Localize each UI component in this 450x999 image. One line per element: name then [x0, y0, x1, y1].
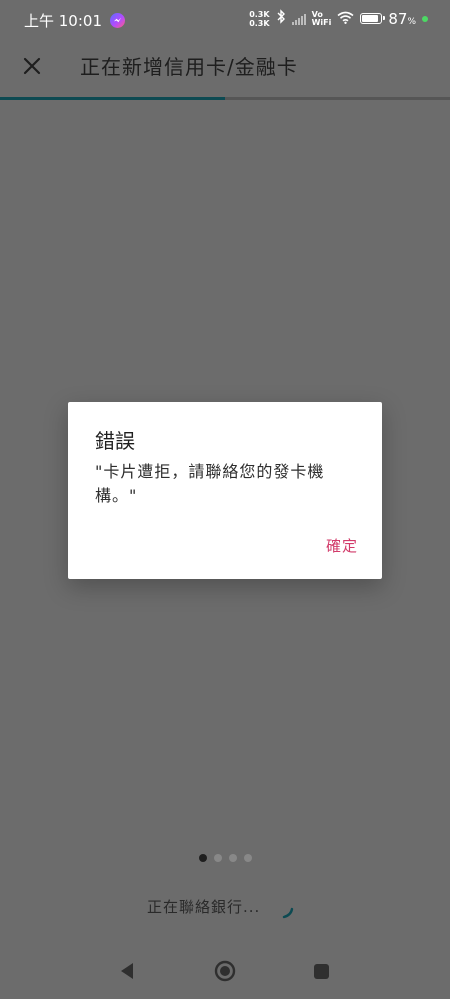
home-icon[interactable] — [214, 960, 236, 982]
messenger-icon — [110, 13, 125, 28]
status-right: 0.3K 0.3K Vo WiFi 87% — [249, 9, 428, 28]
page-dot — [229, 854, 237, 862]
page-indicator — [199, 854, 252, 862]
page-dot — [214, 854, 222, 862]
battery-icon — [360, 13, 386, 24]
network-speed: 0.3K 0.3K — [249, 10, 269, 28]
page-dot — [244, 854, 252, 862]
status-left: 上午 10:01 — [24, 10, 125, 31]
vowifi-icon: Vo WiFi — [311, 10, 332, 27]
net-speed-up: 0.3K — [249, 9, 270, 19]
page-dot — [199, 854, 207, 862]
battery-percent-unit: % — [407, 16, 416, 27]
close-button[interactable] — [18, 52, 46, 80]
app-bar: 正在新增信用卡/金融卡 — [0, 40, 450, 96]
signal-icon — [291, 13, 306, 25]
battery-percent: 87% — [388, 10, 416, 28]
recents-icon[interactable] — [314, 964, 329, 979]
battery-percent-value: 87 — [388, 9, 408, 28]
back-icon[interactable] — [119, 962, 135, 980]
navigation-bar — [0, 940, 450, 999]
clock: 上午 10:01 — [24, 12, 102, 30]
close-icon — [23, 57, 41, 75]
progress-bar — [0, 97, 450, 100]
wifi-icon — [337, 10, 354, 28]
dialog-message: "卡片遭拒，請聯絡您的發卡機構。" — [95, 462, 325, 505]
vowifi-bottom: WiFi — [311, 17, 332, 27]
loading-text: 正在聯絡銀行... — [147, 898, 261, 916]
dialog-title: 錯誤 — [95, 429, 135, 453]
progress-fill — [0, 97, 225, 100]
page-title: 正在新增信用卡/金融卡 — [80, 55, 298, 79]
charging-dot — [422, 15, 428, 22]
status-bar: 上午 10:01 0.3K 0.3K Vo WiFi 87% — [0, 0, 450, 40]
error-dialog: 錯誤 "卡片遭拒，請聯絡您的發卡機構。" 確定 — [68, 402, 382, 579]
battery-fill — [362, 15, 378, 22]
net-speed-down: 0.3K — [249, 18, 270, 28]
spinner-icon — [282, 907, 294, 919]
confirm-button[interactable]: 確定 — [326, 535, 358, 556]
bluetooth-icon — [276, 9, 286, 28]
